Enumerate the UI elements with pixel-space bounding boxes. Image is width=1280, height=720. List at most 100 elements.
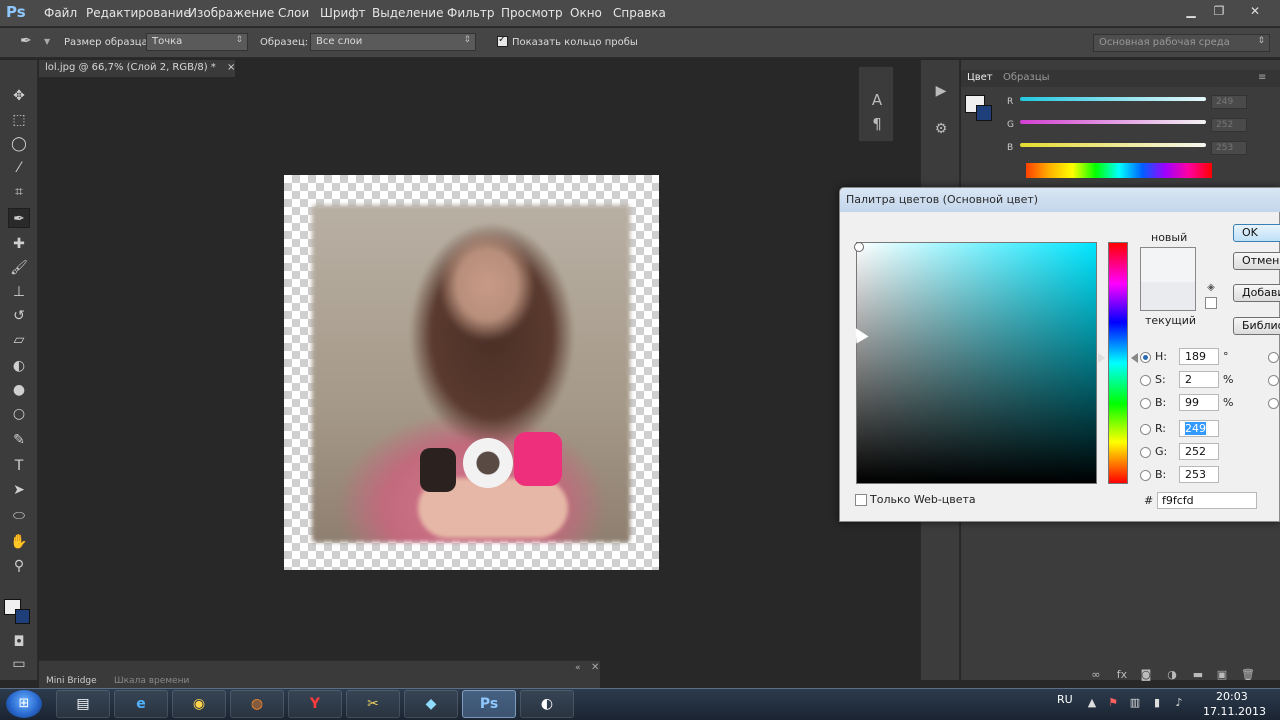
zoom-icon[interactable]: ⚲ xyxy=(8,556,30,576)
tray-flag-icon[interactable]: ⚑ xyxy=(1106,696,1120,710)
quick-mask-icon[interactable]: ◘ xyxy=(8,632,30,652)
workspace-select[interactable]: Основная рабочая среда ⇕ xyxy=(1093,34,1270,52)
restore-icon[interactable]: ❐ xyxy=(1208,3,1230,19)
hex-input[interactable]: f9fcfd xyxy=(1157,492,1257,509)
menu-layers[interactable]: Слои xyxy=(278,6,309,20)
radio-lab-a[interactable] xyxy=(1268,375,1279,386)
slider-track-r[interactable] xyxy=(1020,97,1206,101)
input-b-rgb[interactable]: 253 xyxy=(1179,466,1219,483)
slider-value-r[interactable]: 249 xyxy=(1211,95,1247,109)
input-s[interactable]: 2 xyxy=(1179,371,1219,388)
eyedropper-icon[interactable]: ✒ xyxy=(8,208,30,228)
hue-slider[interactable] xyxy=(1108,242,1128,484)
eyedropper-preset-icon[interactable]: ✒ xyxy=(20,33,32,49)
cancel-button[interactable]: Отмена xyxy=(1233,252,1280,270)
taskbar-app6[interactable]: ✂ xyxy=(346,690,400,718)
close-icon[interactable]: ✕ xyxy=(1244,3,1266,19)
radio-lab-b[interactable] xyxy=(1268,398,1279,409)
path-select-icon[interactable]: ➤ xyxy=(8,480,30,500)
type-icon[interactable]: T xyxy=(8,456,30,476)
taskbar-photoshop[interactable]: Ps xyxy=(462,690,516,718)
radio-s[interactable] xyxy=(1140,375,1151,386)
web-only-checkbox[interactable] xyxy=(855,494,867,506)
menu-image[interactable]: Изображение xyxy=(188,6,274,20)
new-layer-icon[interactable]: ▣ xyxy=(1214,667,1230,683)
mask-icon[interactable]: ◙ xyxy=(1138,667,1154,683)
menu-view[interactable]: Просмотр xyxy=(501,6,563,20)
adjustments-icon[interactable]: ⚙ xyxy=(929,118,953,140)
stamp-icon[interactable]: ⊥ xyxy=(8,282,30,302)
start-button[interactable]: ⊞ xyxy=(6,690,42,718)
tab-timeline[interactable]: Шкала времени xyxy=(114,676,189,686)
fx-icon[interactable]: fx xyxy=(1114,667,1130,683)
taskbar-explorer[interactable]: ▤ xyxy=(56,690,110,718)
panel-menu-icon[interactable]: ≡ xyxy=(1258,72,1266,83)
sample-select[interactable]: Все слои ⇕ xyxy=(310,33,476,51)
document-tab-close[interactable]: × xyxy=(227,62,235,73)
brush-icon[interactable]: 🖌 xyxy=(8,258,30,278)
taskbar-yandex[interactable]: Y xyxy=(288,690,342,718)
character-panel-icon[interactable]: A xyxy=(865,89,889,111)
collapse-icon[interactable]: « xyxy=(575,663,581,673)
color-spectrum-ramp[interactable] xyxy=(1026,163,1212,178)
history-brush-icon[interactable]: ↺ xyxy=(8,306,30,326)
input-b-hsb[interactable]: 99 xyxy=(1179,394,1219,411)
tray-clock-date[interactable]: 17.11.2013 xyxy=(1203,705,1266,718)
radio-r[interactable] xyxy=(1140,424,1151,435)
ok-button[interactable]: OK xyxy=(1233,224,1280,242)
group-icon[interactable]: ▬ xyxy=(1190,667,1206,683)
delete-layer-icon[interactable]: 🗑 xyxy=(1240,667,1256,683)
menu-filter[interactable]: Фильтр xyxy=(447,6,494,20)
tray-volume-icon[interactable]: ♪ xyxy=(1172,696,1186,710)
paragraph-panel-icon[interactable]: ¶ xyxy=(865,113,889,135)
web-safe-swatch[interactable] xyxy=(1205,297,1217,309)
slider-value-b[interactable]: 253 xyxy=(1211,141,1247,155)
tab-swatches[interactable]: Образцы xyxy=(1003,72,1050,83)
sample-size-select[interactable]: Точка ⇕ xyxy=(146,33,248,51)
lasso-icon[interactable]: ◯ xyxy=(8,134,30,154)
tab-mini-bridge[interactable]: Mini Bridge xyxy=(46,676,97,686)
tray-language[interactable]: RU xyxy=(1057,693,1073,706)
radio-g[interactable] xyxy=(1140,447,1151,458)
radio-h[interactable] xyxy=(1140,352,1151,363)
add-to-swatches-button[interactable]: Добавить в образцы xyxy=(1233,284,1280,302)
show-ring-checkbox[interactable]: ✓ xyxy=(497,34,508,47)
taskbar-ie[interactable]: e xyxy=(114,690,168,718)
menu-select[interactable]: Выделение xyxy=(372,6,443,20)
close-panel-icon[interactable]: ✕ xyxy=(591,662,599,673)
tray-clock-time[interactable]: 20:03 xyxy=(1216,690,1248,703)
radio-b-hsb[interactable] xyxy=(1140,398,1151,409)
tray-arrow-icon[interactable]: ▲ xyxy=(1085,696,1099,710)
color-field[interactable] xyxy=(856,242,1097,484)
screen-mode-icon[interactable]: ▭ xyxy=(8,654,30,674)
out-of-gamut-cube-icon[interactable]: ◈ xyxy=(1205,282,1217,294)
shape-icon[interactable]: ⬭ xyxy=(8,506,30,526)
adjustment-layer-icon[interactable]: ◑ xyxy=(1164,667,1180,683)
blur-icon[interactable]: ● xyxy=(8,380,30,400)
marquee-icon[interactable]: ⬚ xyxy=(8,110,30,130)
play-icon[interactable]: ▶ xyxy=(929,80,953,102)
document-tab[interactable]: lol.jpg @ 66,7% (Слой 2, RGB/8) * × xyxy=(39,60,235,77)
tab-color[interactable]: Цвет xyxy=(967,72,993,83)
menu-type[interactable]: Шрифт xyxy=(320,6,366,20)
menu-file[interactable]: Файл xyxy=(44,6,77,20)
preset-dropdown-icon[interactable]: ▼ xyxy=(44,37,50,46)
bucket-icon[interactable]: ◐ xyxy=(8,356,30,376)
menu-edit[interactable]: Редактирование xyxy=(86,6,191,20)
slider-track-b[interactable] xyxy=(1020,143,1206,147)
color-field-marker[interactable] xyxy=(854,242,864,252)
hue-slider-arrow-right[interactable] xyxy=(1131,353,1138,363)
pen-icon[interactable]: ✎ xyxy=(8,430,30,450)
taskbar-app9[interactable]: ◐ xyxy=(520,690,574,718)
input-g[interactable]: 252 xyxy=(1179,443,1219,460)
dodge-icon[interactable]: ○ xyxy=(8,404,30,424)
radio-b-rgb[interactable] xyxy=(1140,470,1151,481)
healing-icon[interactable]: ✚ xyxy=(8,234,30,254)
move-icon[interactable]: ✥ xyxy=(8,86,30,106)
menu-window[interactable]: Окно xyxy=(570,6,602,20)
input-h[interactable]: 189 xyxy=(1179,348,1219,365)
input-r[interactable]: 249 xyxy=(1179,420,1219,437)
link-icon[interactable]: ∞ xyxy=(1088,667,1104,683)
taskbar-chrome[interactable]: ◉ xyxy=(172,690,226,718)
color-libraries-button[interactable]: Библиотеки цветов xyxy=(1233,317,1280,335)
